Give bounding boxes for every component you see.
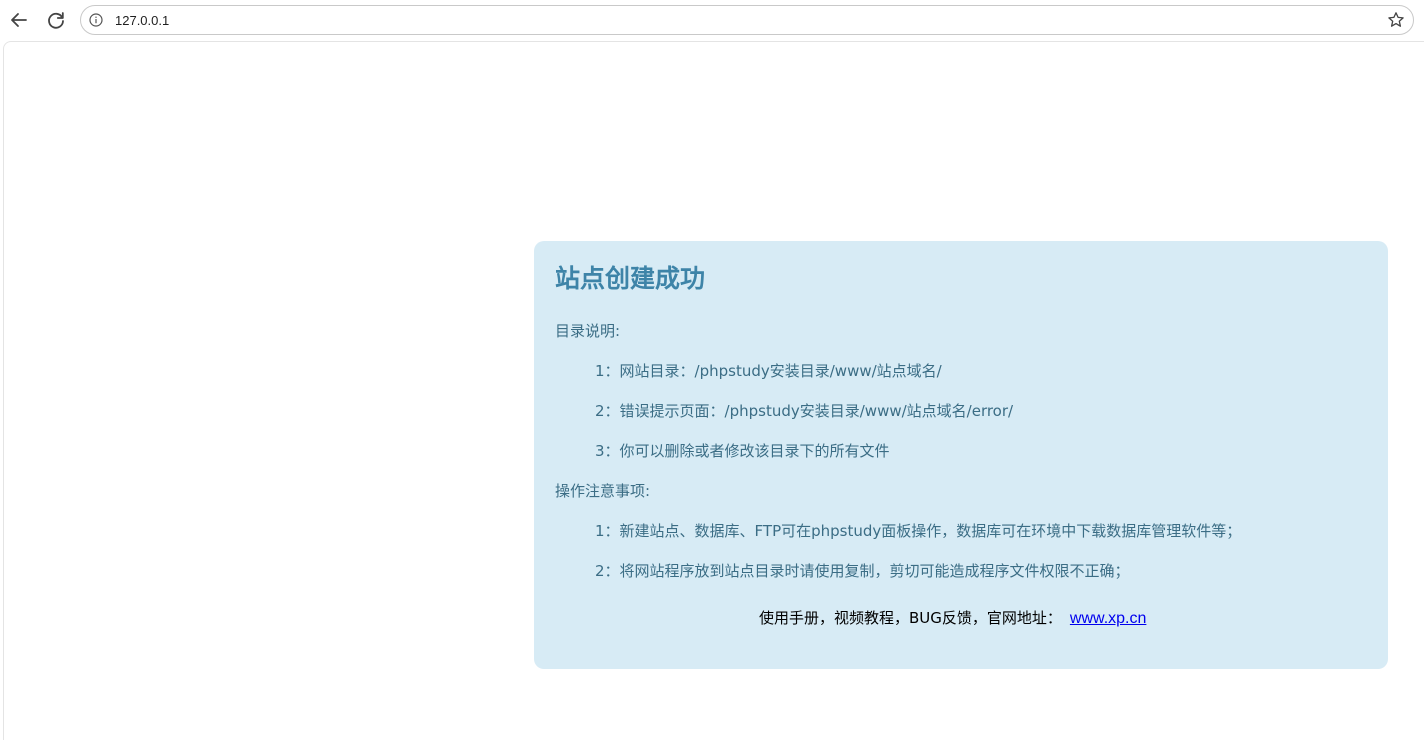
directory-item: 3：你可以删除或者修改该目录下的所有文件	[595, 442, 890, 460]
reload-icon	[48, 12, 64, 29]
reload-button[interactable]	[42, 6, 70, 34]
footer-text: 使用手册，视频教程，BUG反馈，官网地址：	[759, 609, 1062, 627]
address-bar[interactable]: 127.0.0.1	[80, 5, 1414, 35]
directory-item: 2：错误提示页面：/phpstudy安装目录/www/站点域名/error/	[595, 402, 1014, 420]
official-site-link[interactable]: www.xp.cn	[1070, 610, 1146, 627]
directory-item: 1：网站目录：/phpstudy安装目录/www/站点域名/	[595, 362, 942, 380]
notes-item: 1：新建站点、数据库、FTP可在phpstudy面板操作，数据库可在环境中下载数…	[595, 522, 1242, 540]
arrow-left-icon	[11, 13, 27, 27]
page-title: 站点创建成功	[555, 264, 706, 293]
star-icon[interactable]	[1387, 11, 1405, 29]
browser-toolbar: 127.0.0.1	[0, 0, 1424, 40]
url-text[interactable]: 127.0.0.1	[115, 12, 169, 29]
notes-heading: 操作注意事项:	[555, 482, 651, 500]
info-icon[interactable]	[89, 13, 103, 27]
footer-line: 使用手册，视频教程，BUG反馈，官网地址： www.xp.cn	[759, 608, 1146, 629]
page-viewport: 站点创建成功 目录说明: 1：网站目录：/phpstudy安装目录/www/站点…	[3, 41, 1424, 740]
back-button[interactable]	[5, 6, 33, 34]
directory-heading: 目录说明:	[555, 322, 621, 340]
notes-item: 2：将网站程序放到站点目录时请使用复制，剪切可能造成程序文件权限不正确；	[595, 562, 1130, 580]
info-card: 站点创建成功 目录说明: 1：网站目录：/phpstudy安装目录/www/站点…	[534, 241, 1388, 669]
